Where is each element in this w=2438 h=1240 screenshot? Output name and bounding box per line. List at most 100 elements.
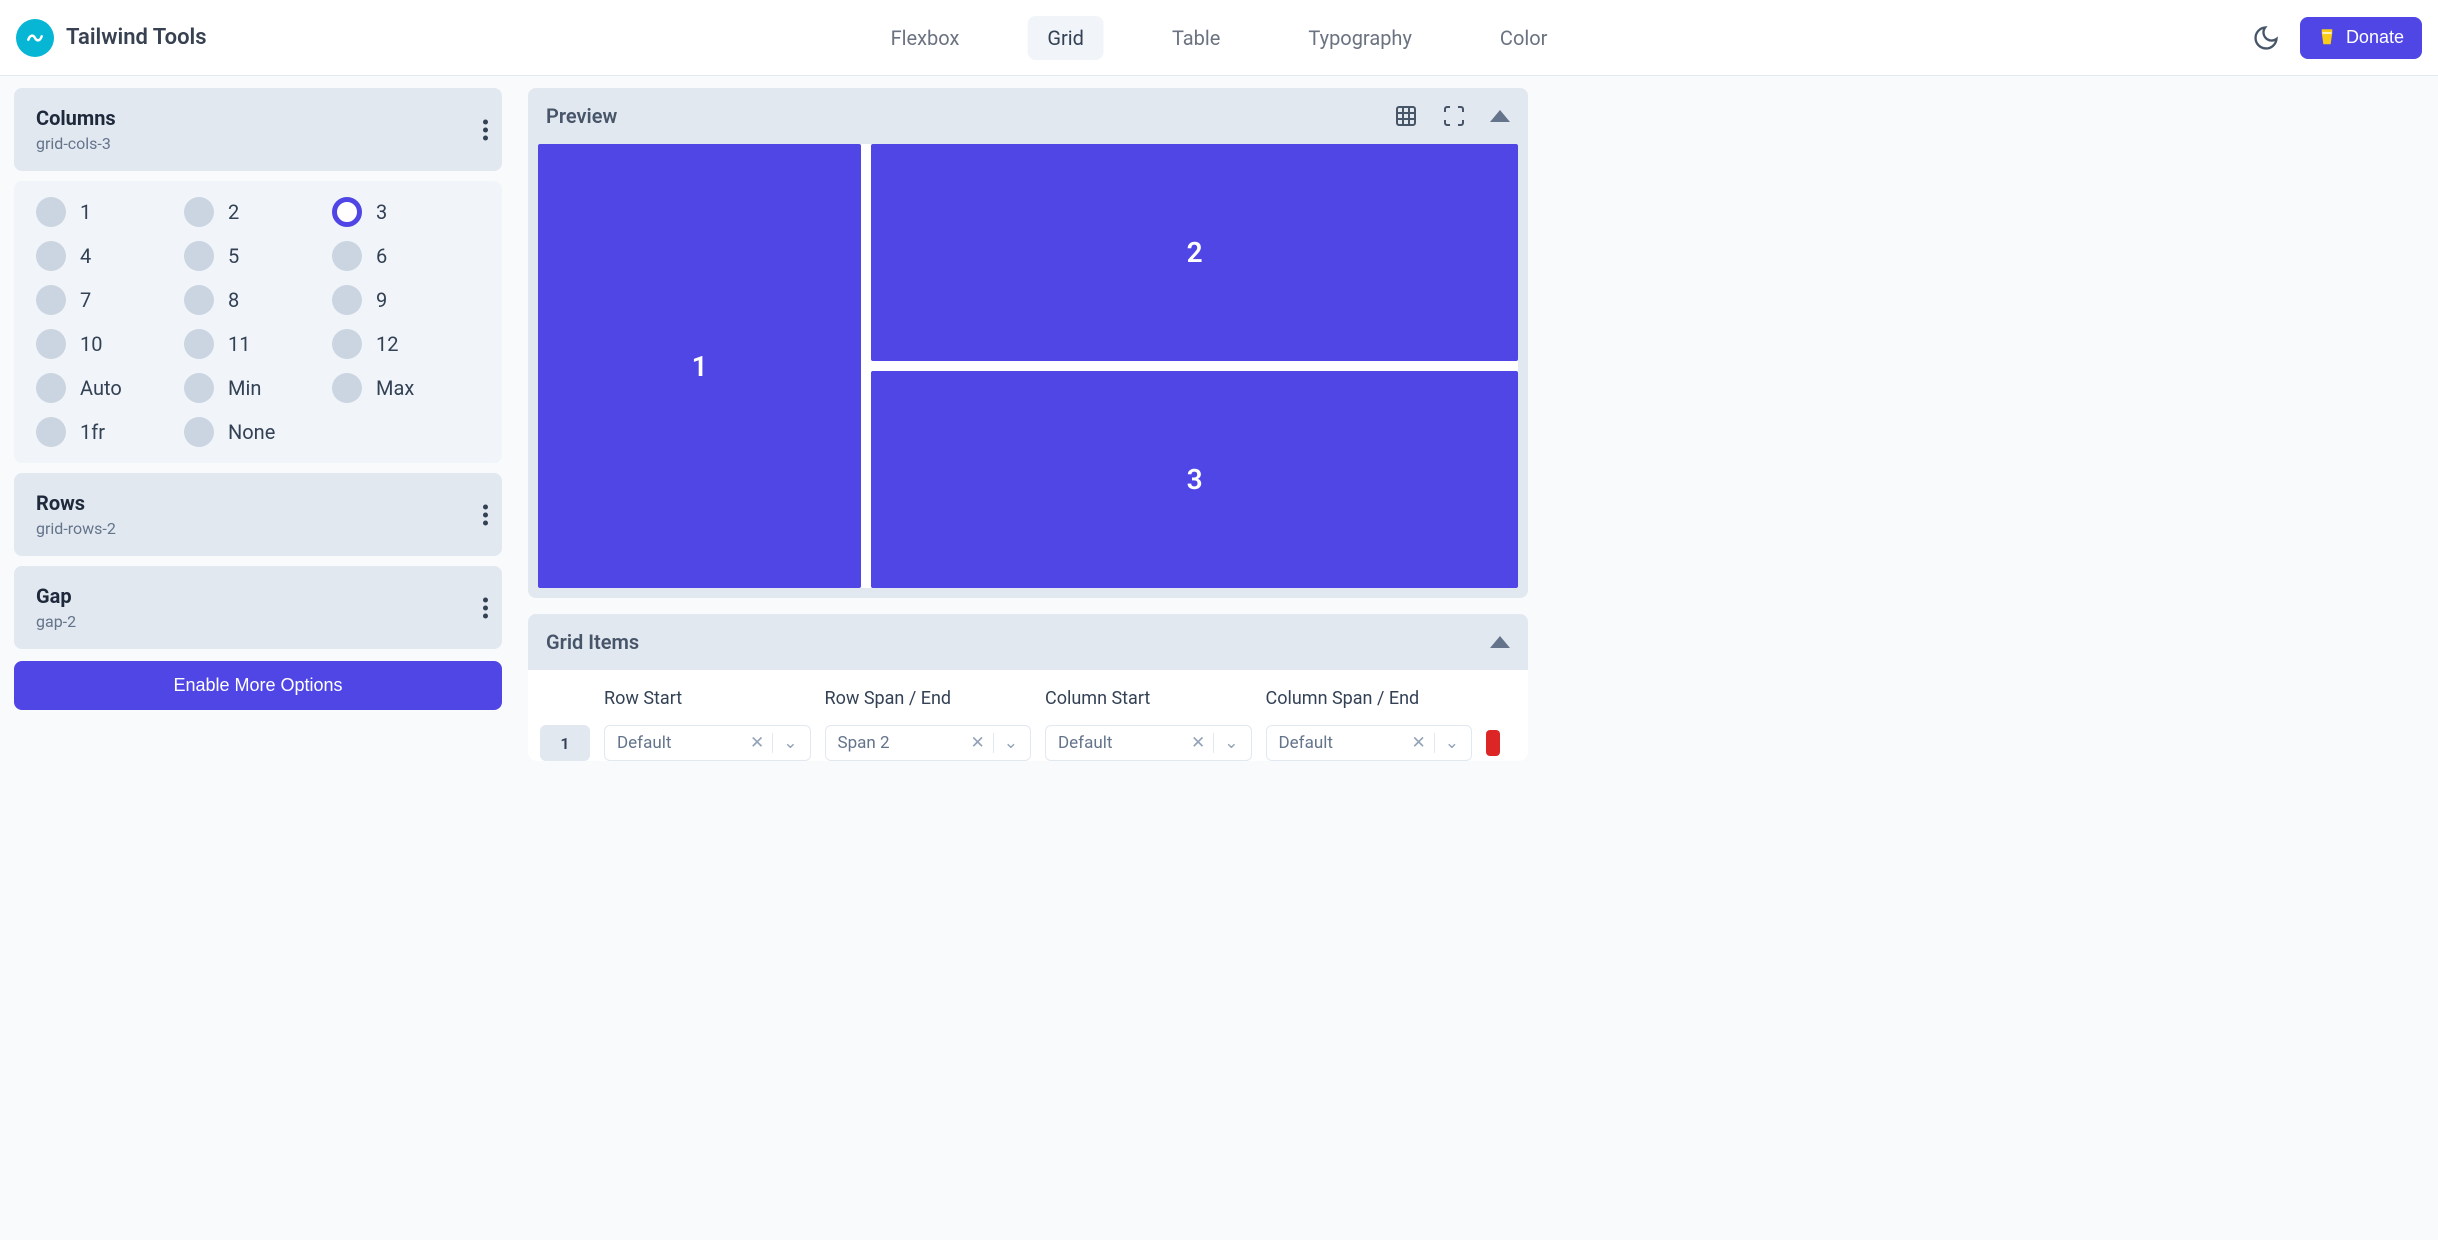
header-col-span: Column Span / End [1266, 688, 1473, 709]
option-8[interactable]: 8 [184, 285, 332, 315]
moon-icon [2252, 24, 2280, 52]
gap-sub: gap-2 [36, 612, 480, 631]
option-2[interactable]: 2 [184, 197, 332, 227]
preview-header: Preview [528, 88, 1528, 144]
grid-items-body: Row Start Row Span / End Column Start Co… [528, 670, 1528, 761]
option-10[interactable]: 10 [36, 329, 184, 359]
col-start-select[interactable]: Default ✕ ⌄ [1045, 725, 1252, 761]
nav-grid[interactable]: Grid [1027, 16, 1104, 60]
triangle-up-icon [1490, 636, 1510, 648]
radio-icon [332, 241, 362, 271]
option-11[interactable]: 11 [184, 329, 332, 359]
columns-panel: Columns grid-cols-3 [14, 88, 502, 171]
chevron-down-icon: ⌄ [1213, 733, 1238, 753]
radio-icon [36, 417, 66, 447]
grid-items-column-headers: Row Start Row Span / End Column Start Co… [540, 682, 1516, 725]
preview-cell-1: 1 [538, 144, 861, 588]
radio-icon [184, 329, 214, 359]
collapse-preview-button[interactable] [1490, 110, 1510, 122]
clear-icon[interactable]: ✕ [971, 733, 985, 753]
option-9[interactable]: 9 [332, 285, 480, 315]
option-auto[interactable]: Auto [36, 373, 184, 403]
radio-icon [332, 285, 362, 315]
nav-color[interactable]: Color [1480, 16, 1567, 60]
option-3[interactable]: 3 [332, 197, 480, 227]
chevron-down-icon: ⌄ [772, 733, 797, 753]
radio-icon [36, 241, 66, 271]
col-span-select[interactable]: Default ✕ ⌄ [1266, 725, 1473, 761]
logo-icon [16, 19, 54, 57]
radio-icon [184, 285, 214, 315]
option-1fr[interactable]: 1fr [36, 417, 184, 447]
grid-item-row-1: 1 Default ✕ ⌄ Span 2 ✕ ⌄ Default ✕ ⌄ [540, 725, 1516, 761]
grid-view-button[interactable] [1394, 104, 1418, 128]
select-value: Default [1058, 733, 1112, 753]
radio-icon [184, 241, 214, 271]
option-7[interactable]: 7 [36, 285, 184, 315]
header-row-start: Row Start [604, 688, 811, 709]
columns-title: Columns [36, 106, 480, 130]
grid-icon [1394, 104, 1418, 128]
collapse-grid-items-button[interactable] [1490, 636, 1510, 648]
gap-title: Gap [36, 584, 480, 608]
row-span-select[interactable]: Span 2 ✕ ⌄ [825, 725, 1032, 761]
option-4[interactable]: 4 [36, 241, 184, 271]
radio-icon [36, 197, 66, 227]
columns-options: 1 2 3 4 5 6 7 8 9 10 11 12 Auto Min Max … [14, 181, 502, 463]
item-number: 1 [540, 725, 590, 761]
donate-label: Donate [2346, 27, 2404, 48]
brand-name[interactable]: Tailwind Tools [66, 25, 207, 50]
row-start-select[interactable]: Default ✕ ⌄ [604, 725, 811, 761]
header-col-start: Column Start [1045, 688, 1252, 709]
theme-toggle[interactable] [2252, 24, 2280, 52]
enable-more-button[interactable]: Enable More Options [14, 661, 502, 710]
fullscreen-icon [1442, 104, 1466, 128]
dots-icon [483, 504, 488, 509]
clear-icon[interactable]: ✕ [750, 733, 764, 753]
select-value: Default [617, 733, 671, 753]
option-6[interactable]: 6 [332, 241, 480, 271]
rows-panel: Rows grid-rows-2 [14, 473, 502, 556]
radio-icon [332, 373, 362, 403]
grid-items-panel: Grid Items Row Start Row Span / End Colu… [528, 614, 1528, 761]
radio-selected-icon [332, 197, 362, 227]
cup-icon [2318, 27, 2336, 49]
rows-menu-button[interactable] [483, 504, 488, 525]
donate-button[interactable]: Donate [2300, 17, 2422, 59]
fullscreen-button[interactable] [1442, 104, 1466, 128]
rows-sub: grid-rows-2 [36, 519, 480, 538]
clear-icon[interactable]: ✕ [1191, 733, 1205, 753]
preview-cell-3: 3 [871, 371, 1518, 588]
sidebar: Columns grid-cols-3 1 2 3 4 5 6 7 8 9 10… [14, 88, 502, 761]
option-max[interactable]: Max [332, 373, 480, 403]
main-column: Preview 1 2 3 [528, 88, 1528, 761]
nav-typography[interactable]: Typography [1288, 16, 1432, 60]
radio-icon [184, 197, 214, 227]
dots-icon [483, 119, 488, 124]
option-min[interactable]: Min [184, 373, 332, 403]
preview-actions [1394, 104, 1510, 128]
radio-icon [332, 329, 362, 359]
rows-title: Rows [36, 491, 480, 515]
radio-icon [36, 373, 66, 403]
columns-menu-button[interactable] [483, 119, 488, 140]
option-12[interactable]: 12 [332, 329, 480, 359]
gap-menu-button[interactable] [483, 597, 488, 618]
chevron-down-icon: ⌄ [993, 733, 1018, 753]
option-1[interactable]: 1 [36, 197, 184, 227]
grid-items-title: Grid Items [546, 630, 639, 654]
dots-icon [483, 597, 488, 602]
option-5[interactable]: 5 [184, 241, 332, 271]
grid-items-actions [1490, 636, 1510, 648]
preview-panel: Preview 1 2 3 [528, 88, 1528, 598]
grid-items-header: Grid Items [528, 614, 1528, 670]
radio-icon [184, 373, 214, 403]
select-value: Span 2 [838, 733, 890, 753]
option-none[interactable]: None [184, 417, 332, 447]
nav-flexbox[interactable]: Flexbox [871, 16, 980, 60]
delete-item-button[interactable] [1486, 730, 1500, 756]
clear-icon[interactable]: ✕ [1412, 733, 1426, 753]
logo-area: Tailwind Tools [16, 19, 207, 57]
nav-table[interactable]: Table [1152, 16, 1240, 60]
gap-panel: Gap gap-2 [14, 566, 502, 649]
